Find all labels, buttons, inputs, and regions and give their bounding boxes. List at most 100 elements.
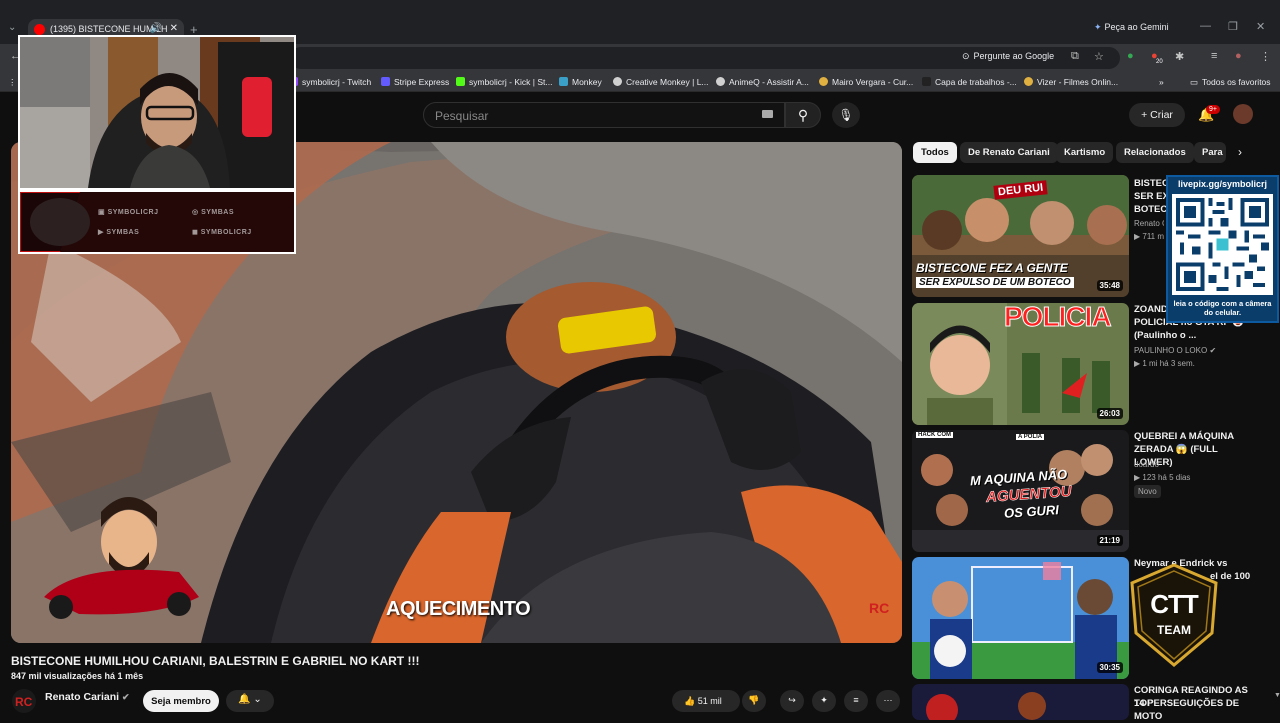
qr-code-icon <box>1172 194 1273 295</box>
bell-icon: 🔔 <box>238 694 251 705</box>
gemini-spark-icon: ✦ <box>1094 22 1102 32</box>
subscribed-bell-button[interactable]: 🔔 ⌄ <box>226 690 274 712</box>
search-button[interactable]: ⚲ <box>785 102 821 128</box>
social-handle-label: SYMBOLICRJ <box>107 209 159 216</box>
page-scrollbar[interactable]: ▼ <box>1272 92 1280 720</box>
like-count: 51 mil <box>697 696 722 706</box>
voice-search-button[interactable]: 🎙 <box>832 102 860 128</box>
bookmark-item[interactable]: AnimeQ - Assistir A... <box>716 77 809 87</box>
keyboard-icon[interactable] <box>762 110 773 118</box>
video-stats: 847 mil visualizações há 1 mês <box>11 671 144 681</box>
social-handle-label: SYMBAS <box>201 209 235 216</box>
thumbnail-text: SER EXPULSO DE UM BOTECO <box>916 277 1074 288</box>
minimize-icon[interactable]: — <box>1200 20 1211 32</box>
chevron-down-icon: ⌄ <box>250 694 262 705</box>
thumbs-down-icon: 👎 <box>748 695 760 705</box>
tab-search-icon[interactable]: ⌄ <box>8 22 16 33</box>
views-label: 123 há 5 dias <box>1142 473 1191 482</box>
recommendation-thumbnail[interactable]: DEU RUI BISTECONE FEZ A GENTE SER EXPULS… <box>912 175 1129 297</box>
media-controls-icon[interactable]: ≡ <box>1211 50 1217 62</box>
svg-text:RC: RC <box>15 695 33 709</box>
bookmark-item[interactable]: Monkey <box>559 77 602 87</box>
qr-instructions: leia o código com a câmera do celular. <box>1173 299 1272 317</box>
bookmark-favicon-icon <box>613 77 622 86</box>
youtube-handle: ▶ SYMBAS <box>98 228 139 236</box>
bookmark-label: Monkey <box>572 77 602 87</box>
cartoon-kart-mascot <box>44 497 199 619</box>
recommendation-channel: Renato C <box>1134 219 1164 228</box>
bookmark-item[interactable]: Vizer - Filmes Onlin... <box>1024 77 1118 87</box>
tab-close-icon[interactable]: ✕ <box>170 23 178 34</box>
bookmark-item[interactable]: Capa de trabalhos -... <box>922 77 1017 87</box>
thumbnail-tag: A POLIA <box>1016 434 1045 440</box>
instagram-handle: ◎ SYMBAS <box>192 208 234 216</box>
close-window-icon[interactable]: ✕ <box>1256 20 1265 33</box>
bookmark-label: symbolicrj - Twitch <box>302 77 372 87</box>
all-bookmarks-label: Todos os favoritos <box>1202 77 1271 87</box>
bookmark-item[interactable]: symbolicrj - Kick | St... <box>456 77 552 87</box>
chip-para[interactable]: Para <box>1194 142 1226 163</box>
bookmark-item[interactable]: Creative Monkey | L... <box>613 77 709 87</box>
bookmark-label: Vizer - Filmes Onlin... <box>1037 77 1119 87</box>
extensions-puzzle-icon[interactable]: ✱ <box>1175 50 1184 63</box>
chip-kartismo[interactable]: Kartismo <box>1056 142 1114 163</box>
social-handles-overlay: ▣ SYMBOLICRJ ◎ SYMBAS ▶ SYMBAS ◼ SYMBOLI… <box>18 190 296 254</box>
bookmarks-overflow-icon[interactable]: » <box>1159 77 1164 87</box>
recommendation-thumbnail[interactable]: HACK COM A POLIA M AQUINA NÃO AGUENTOU O… <box>912 430 1129 552</box>
thanks-button[interactable]: ✦ <box>812 690 836 712</box>
all-bookmarks[interactable]: ▭ Todos os favoritos <box>1190 77 1271 88</box>
recommendation-thumbnail[interactable] <box>912 684 1129 720</box>
search-input[interactable]: Pesquisar <box>423 102 785 128</box>
channel-avatar[interactable]: RC <box>12 689 36 713</box>
folder-icon: ▭ <box>1190 77 1199 87</box>
recommendation-views: ▶ 123 há 5 dias <box>1134 471 1190 484</box>
recommendation-thumbnail[interactable]: POLICIA 26:03 <box>912 303 1129 425</box>
bookmark-favicon-icon <box>381 77 390 86</box>
extension-green-icon[interactable]: ● <box>1127 50 1134 62</box>
avatar[interactable] <box>1233 104 1253 124</box>
maximize-icon[interactable]: ❐ <box>1228 20 1238 33</box>
recommendation-thumbnail[interactable]: 30:35 <box>912 557 1129 679</box>
notification-count-badge: 9+ <box>1206 105 1220 114</box>
bookmark-item[interactable]: symbolicrj - Twitch <box>289 77 371 87</box>
chip-todos[interactable]: Todos <box>913 142 957 163</box>
chrome-menu-icon[interactable]: ⋮ <box>1260 50 1271 63</box>
microphone-icon: 🎙 <box>838 108 854 122</box>
bookmark-label: Creative Monkey | L... <box>626 77 709 87</box>
kick-icon: ◼ <box>192 229 201 236</box>
join-button[interactable]: Seja membro <box>143 690 219 712</box>
channel-label: PAULINHO O LOKO <box>1134 346 1208 355</box>
bookmark-star-icon[interactable]: ☆ <box>1094 50 1104 63</box>
chip-relacionados[interactable]: Relacionados <box>1116 142 1194 163</box>
save-button[interactable]: ≡ <box>844 690 868 712</box>
thanks-icon: ✦ <box>820 695 828 705</box>
bookmark-favicon-icon <box>456 77 465 86</box>
ask-google-button[interactable]: ⊙ Pergunte ao Google <box>962 51 1054 62</box>
thumbnail-text: POLICIA <box>1004 303 1113 333</box>
recommendation-views: ▶ 711 m <box>1134 230 1164 243</box>
channel-name[interactable]: Renato Cariani ✔ <box>45 691 130 703</box>
bookmark-label: Capa de trabalhos -... <box>935 77 1017 87</box>
create-button[interactable]: + Criar <box>1129 103 1185 127</box>
install-app-icon[interactable]: ⧉ <box>1071 50 1079 63</box>
bookmark-favicon-icon <box>819 77 828 86</box>
dislike-button[interactable]: 👎 <box>742 690 766 712</box>
qr-code-pattern <box>1172 194 1273 295</box>
google-lens-icon: ⊙ <box>962 51 970 61</box>
scroll-down-icon[interactable]: ▼ <box>1274 692 1280 699</box>
bookmark-item[interactable]: Stripe Express <box>381 77 449 87</box>
thumbnail-tag: HACK COM <box>916 432 953 438</box>
gemini-button[interactable]: ✦ Peça ao Gemini <box>1094 22 1169 33</box>
webcam-feed <box>20 37 294 188</box>
chevron-right-icon[interactable]: › <box>1238 145 1242 159</box>
tab-audio-icon[interactable]: 🔊 <box>150 23 162 34</box>
like-button[interactable]: 👍 51 mil <box>672 690 740 712</box>
profile-icon[interactable]: ● <box>1235 50 1242 62</box>
bookmark-item[interactable]: Mairo Vergara - Cur... <box>819 77 913 87</box>
chip-de-renato-cariani[interactable]: De Renato Cariani <box>960 142 1058 163</box>
share-button[interactable]: ↪ <box>780 690 804 712</box>
recommendation-title[interactable]: BISTEC SER EX BOTEC <box>1134 177 1168 216</box>
qr-link-text: livepix.gg/symbolicrj <box>1177 179 1268 189</box>
thumbnail-text: BISTECONE FEZ A GENTE <box>916 261 1068 275</box>
more-actions-button[interactable]: ⋯ <box>876 690 900 712</box>
